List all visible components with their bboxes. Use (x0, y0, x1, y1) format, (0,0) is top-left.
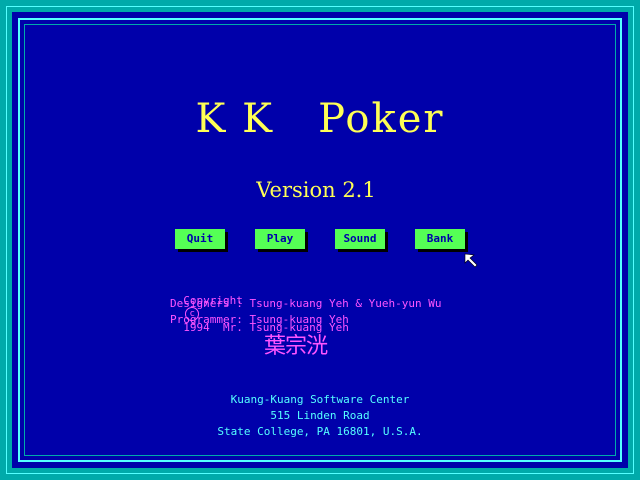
quit-button[interactable]: Quit (175, 229, 225, 249)
chinese-name: 葉宗洸 (264, 334, 328, 359)
version-label: Version 2.1 (256, 178, 376, 202)
mouse-pointer-icon (464, 253, 478, 268)
inner-border-line (24, 24, 616, 456)
city-address: State College, PA 16801, U.S.A. (217, 425, 423, 438)
street-address: 515 Linden Road (270, 409, 370, 422)
sound-button[interactable]: Sound (335, 229, 385, 249)
play-button[interactable]: Play (255, 229, 305, 249)
bank-button[interactable]: Bank (415, 229, 465, 249)
programmer-line: Programmer: Tsung-kuang Yeh (170, 313, 349, 326)
game-title: K K Poker (195, 96, 445, 142)
company-name: Kuang-Kuang Software Center (230, 393, 410, 406)
designers-line: Designers : Tsung-kuang Yeh & Yueh-yun W… (170, 297, 442, 310)
